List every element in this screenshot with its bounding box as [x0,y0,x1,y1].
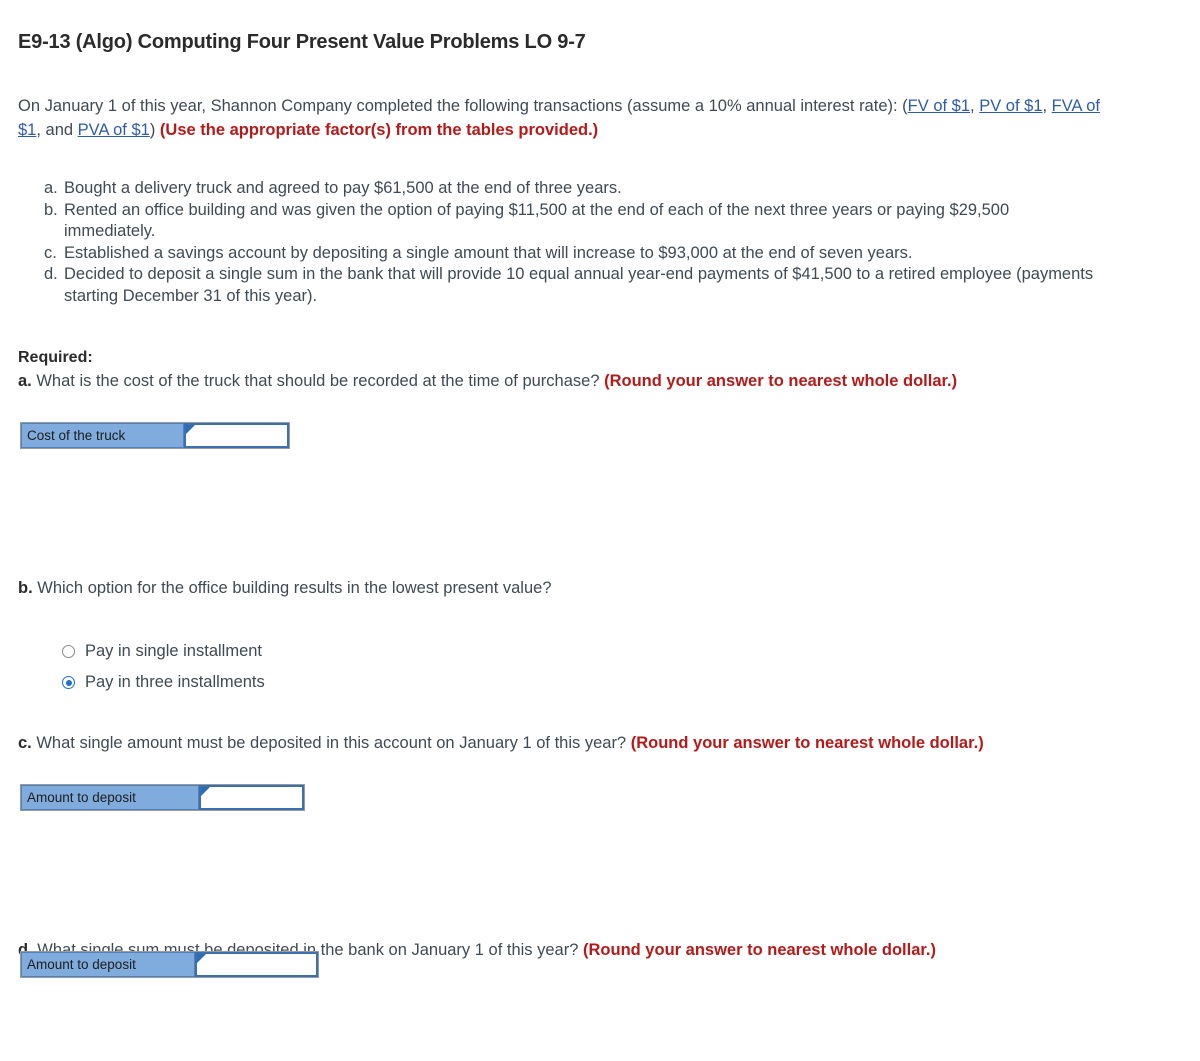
link-fv-of-1[interactable]: FV of $1 [908,97,970,115]
list-item: d. Decided to deposit a single sum in th… [44,264,1104,307]
list-item-text: Established a savings account by deposit… [64,243,913,262]
page-title: E9-13 (Algo) Computing Four Present Valu… [18,31,586,53]
question-a-marker: a. [18,372,32,390]
question-a-note: (Round your answer to nearest whole doll… [604,372,958,390]
answer-table-a: Cost of the truck [20,422,290,449]
list-item: c. Established a savings account by depo… [44,243,1104,265]
intro-close-paren: ) [149,121,160,139]
list-item-marker: d. [44,265,58,284]
question-a-prompt: a. What is the cost of the truck that sh… [18,370,957,392]
list-item: a. Bought a delivery truck and agreed to… [44,178,1104,200]
radio-group-b: Pay in single installment Pay in three i… [62,636,265,698]
required-label: Required: [18,349,93,366]
intro-separator-1: , [970,97,980,115]
link-pva-of-1[interactable]: PVA of $1 [78,121,150,139]
answer-cell-a[interactable] [184,423,289,448]
intro-lead-text: On January 1 of this year, Shannon Compa… [18,97,908,115]
intro-separator-2: , [1042,97,1052,115]
question-c-marker: c. [18,734,32,752]
answer-table-c: Amount to deposit [20,784,305,811]
answer-input-d[interactable] [197,954,316,975]
question-b-prompt: b. Which option for the office building … [18,577,552,599]
question-d-note: (Round your answer to nearest whole doll… [583,941,936,959]
answer-row-label-a: Cost of the truck [21,423,184,448]
intro-paragraph: On January 1 of this year, Shannon Compa… [18,94,1123,142]
question-a-text: What is the cost of the truck that shoul… [36,372,600,390]
answer-row-label-d: Amount to deposit [21,952,195,977]
list-item-text: Decided to deposit a single sum in the b… [64,265,1094,305]
question-c-text: What single amount must be deposited in … [36,734,627,752]
radio-option-single-installment[interactable]: Pay in single installment [62,636,265,667]
question-b-text: Which option for the office building res… [37,579,552,597]
list-item-marker: c. [44,243,57,262]
list-item-text: Rented an office building and was given … [64,200,1010,241]
radio-indicator[interactable] [62,645,75,658]
transaction-list: a. Bought a delivery truck and agreed to… [44,178,1104,308]
list-item-marker: b. [44,200,58,219]
link-pv-of-1[interactable]: PV of $1 [979,97,1042,115]
radio-indicator-selected[interactable] [62,676,75,689]
answer-input-c[interactable] [201,787,302,808]
question-b-marker: b. [18,579,33,597]
question-page: E9-13 (Algo) Computing Four Present Valu… [0,0,1200,1061]
question-c-note: (Round your answer to nearest whole doll… [630,734,984,752]
answer-input-a[interactable] [186,425,287,446]
list-item: b. Rented an office building and was giv… [44,200,1104,243]
intro-separator-3: , and [36,121,78,139]
list-item-text: Bought a delivery truck and agreed to pa… [64,179,622,197]
question-c-prompt: c. What single amount must be deposited … [18,732,984,754]
answer-row-label-c: Amount to deposit [21,785,199,810]
answer-table-d: Amount to deposit [20,951,319,978]
answer-cell-c[interactable] [199,785,304,810]
answer-cell-d[interactable] [195,952,318,977]
radio-option-label: Pay in three installments [85,673,265,691]
intro-factor-note: (Use the appropriate factor(s) from the … [159,121,599,139]
radio-option-label: Pay in single installment [85,642,263,660]
list-item-marker: a. [44,179,58,197]
radio-option-three-installments[interactable]: Pay in three installments [62,667,265,698]
